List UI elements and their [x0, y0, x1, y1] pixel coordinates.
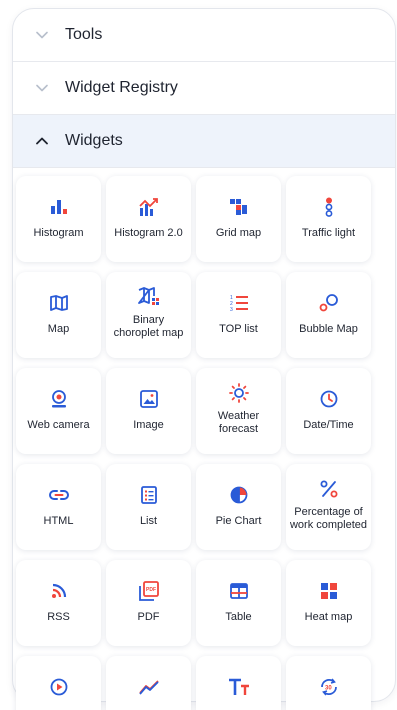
image-icon: [139, 388, 158, 410]
widget-label: Map: [47, 323, 70, 335]
link-icon: [48, 484, 69, 506]
section-tools[interactable]: Tools: [13, 9, 395, 62]
percent-icon: [320, 478, 338, 500]
svg-text:30: 30: [325, 686, 332, 692]
clock-icon: [320, 388, 338, 410]
pie-chart-icon: [230, 484, 248, 506]
widget-tile-list[interactable]: List: [106, 464, 191, 550]
table-icon: [229, 580, 248, 602]
widget-label: HTML: [43, 515, 74, 527]
traffic-light-icon: [325, 196, 333, 218]
widget-label: Table: [225, 611, 252, 623]
widget-tile-top-list[interactable]: 123 TOP list: [196, 272, 281, 358]
top-list-icon: 123: [230, 292, 248, 314]
section-widgets-title: Widgets: [65, 132, 123, 149]
widgets-grid: Histogram Histogram 2.0 Grid map Traffic…: [16, 176, 371, 710]
svg-text:3: 3: [230, 307, 233, 312]
heat-map-icon: [320, 580, 337, 602]
widget-label: Histogram 2.0: [114, 227, 183, 239]
refresh-30-icon: 30: [319, 676, 339, 698]
chevron-up-icon: [35, 134, 49, 148]
line-chart-icon: [138, 676, 159, 698]
widget-tile-histogram[interactable]: Histogram: [16, 176, 101, 262]
widget-tile-date-time[interactable]: Date/Time: [286, 368, 371, 454]
widget-label: Percentage of work completed: [289, 506, 368, 531]
widget-label: Date/Time: [303, 419, 354, 431]
widget-tile-grid-map[interactable]: Grid map: [196, 176, 281, 262]
widget-label: List: [139, 515, 158, 527]
widget-tile-histogram-2[interactable]: Histogram 2.0: [106, 176, 191, 262]
bubble-map-icon: [319, 292, 339, 314]
map-icon: [49, 292, 68, 314]
web-camera-icon: [51, 388, 67, 410]
widget-tile-bubble-map[interactable]: Bubble Map: [286, 272, 371, 358]
play-icon: [50, 676, 68, 698]
widget-tile-binary-choroplet-map[interactable]: Binary choroplet map: [106, 272, 191, 358]
widget-label: Weather forecast: [217, 410, 260, 435]
rss-icon: [51, 580, 67, 602]
widget-label: Pie Chart: [215, 515, 262, 527]
chevron-down-icon: [35, 28, 49, 42]
choropleth-map-icon: [137, 286, 160, 308]
widget-label: RSS: [47, 611, 70, 623]
widget-tile-image[interactable]: Image: [106, 368, 191, 454]
widget-tile-video[interactable]: [16, 656, 101, 710]
svg-text:PDF: PDF: [146, 587, 156, 593]
widget-label: Web camera: [27, 419, 90, 431]
widget-tile-web-camera[interactable]: Web camera: [16, 368, 101, 454]
widget-tile-traffic-light[interactable]: Traffic light: [286, 176, 371, 262]
histogram-trend-icon: [138, 196, 159, 218]
widget-tile-heat-map[interactable]: Heat map: [286, 560, 371, 646]
widget-tile-percentage-of-work-completed[interactable]: Percentage of work completed: [286, 464, 371, 550]
pdf-icon: PDF: [138, 580, 159, 602]
chevron-down-icon: [35, 81, 49, 95]
widget-label: Image: [133, 419, 164, 431]
widget-tile-text[interactable]: [196, 656, 281, 710]
section-widgets[interactable]: Widgets: [13, 115, 395, 168]
section-tools-title: Tools: [65, 26, 103, 43]
widget-label: Histogram: [33, 227, 84, 239]
grid-map-icon: [229, 196, 248, 218]
widget-tile-rss[interactable]: RSS: [16, 560, 101, 646]
widget-label: Traffic light: [301, 227, 356, 239]
widget-label: PDF: [137, 611, 160, 623]
widget-label: Heat map: [304, 611, 353, 623]
widget-tile-line-chart[interactable]: [106, 656, 191, 710]
widget-label: Grid map: [215, 227, 262, 239]
widget-tile-pdf[interactable]: PDF PDF: [106, 560, 191, 646]
section-widget-registry[interactable]: Widget Registry: [13, 62, 395, 115]
widget-tile-weather-forecast[interactable]: Weather forecast: [196, 368, 281, 454]
list-icon: [140, 484, 157, 506]
widget-tile-pie-chart[interactable]: Pie Chart: [196, 464, 281, 550]
widget-tile-table[interactable]: Table: [196, 560, 281, 646]
widget-tile-refresh[interactable]: 30: [286, 656, 371, 710]
sun-icon: [228, 382, 249, 404]
widget-label: Bubble Map: [299, 323, 358, 335]
widget-label: Binary choroplet map: [113, 314, 184, 339]
histogram-icon: [50, 196, 67, 218]
widget-tile-map[interactable]: Map: [16, 272, 101, 358]
section-widget-registry-title: Widget Registry: [65, 79, 178, 96]
widget-tile-html[interactable]: HTML: [16, 464, 101, 550]
text-size-icon: [228, 676, 250, 698]
widget-label: TOP list: [219, 323, 258, 335]
